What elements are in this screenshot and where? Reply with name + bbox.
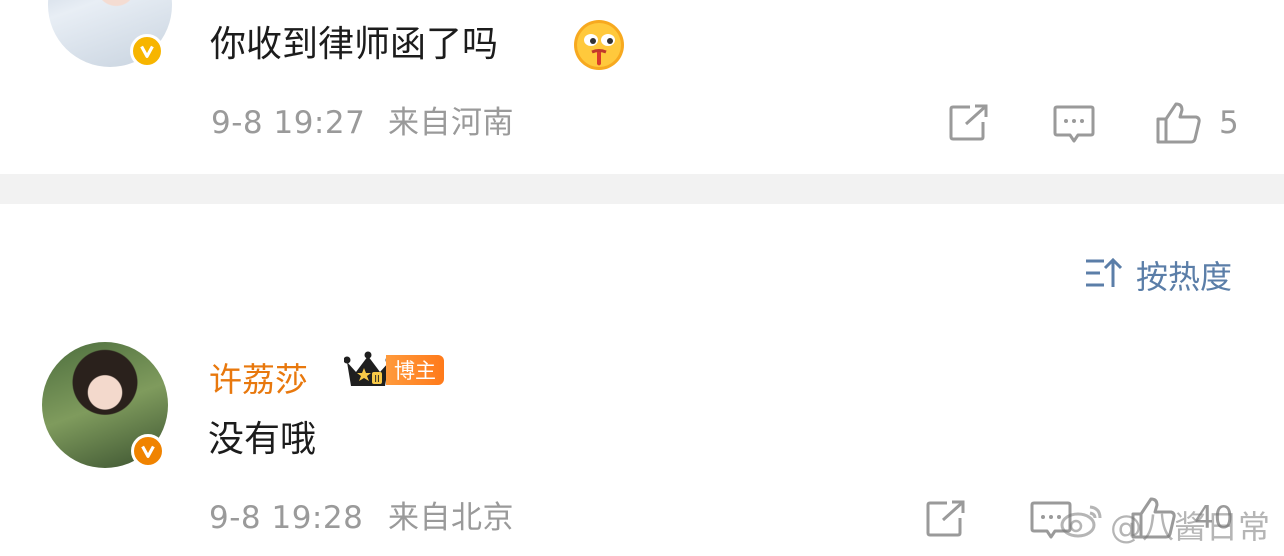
section-divider [0,174,1284,204]
comment-location: 来自河南 [388,105,514,141]
blogger-badge: II 博主 [344,350,444,390]
username[interactable]: 许荔莎 [209,353,308,401]
comment-location: 来自北京 [388,500,514,536]
verified-badge-icon [130,34,164,68]
verified-badge-icon [131,434,165,468]
comment-text: 你收到律师函了吗 [210,24,499,65]
sort-by-hot-button[interactable]: 按热度 [1084,252,1232,298]
share-icon[interactable] [948,104,990,142]
sort-label: 按热度 [1136,258,1233,296]
share-icon[interactable] [925,500,967,538]
comment-text: 没有哦 [208,419,317,460]
weibo-logo-icon [1060,503,1104,547]
badge-level: II [374,374,380,385]
like-count: 5 [1219,105,1239,141]
sort-icon [1084,256,1123,294]
watermark-text: @八酱日常 [1110,508,1271,546]
comment-time: 9-8 19:27 [211,105,366,141]
crown-icon: II [344,351,392,386]
drooling-face-emoji [572,18,626,72]
blogger-tag: 博主 [386,355,444,385]
like-icon[interactable] [1155,101,1203,145]
comment-time: 9-8 19:28 [209,500,364,536]
comment-icon[interactable] [1053,104,1095,144]
weibo-watermark: @八酱日常 [1060,502,1270,548]
